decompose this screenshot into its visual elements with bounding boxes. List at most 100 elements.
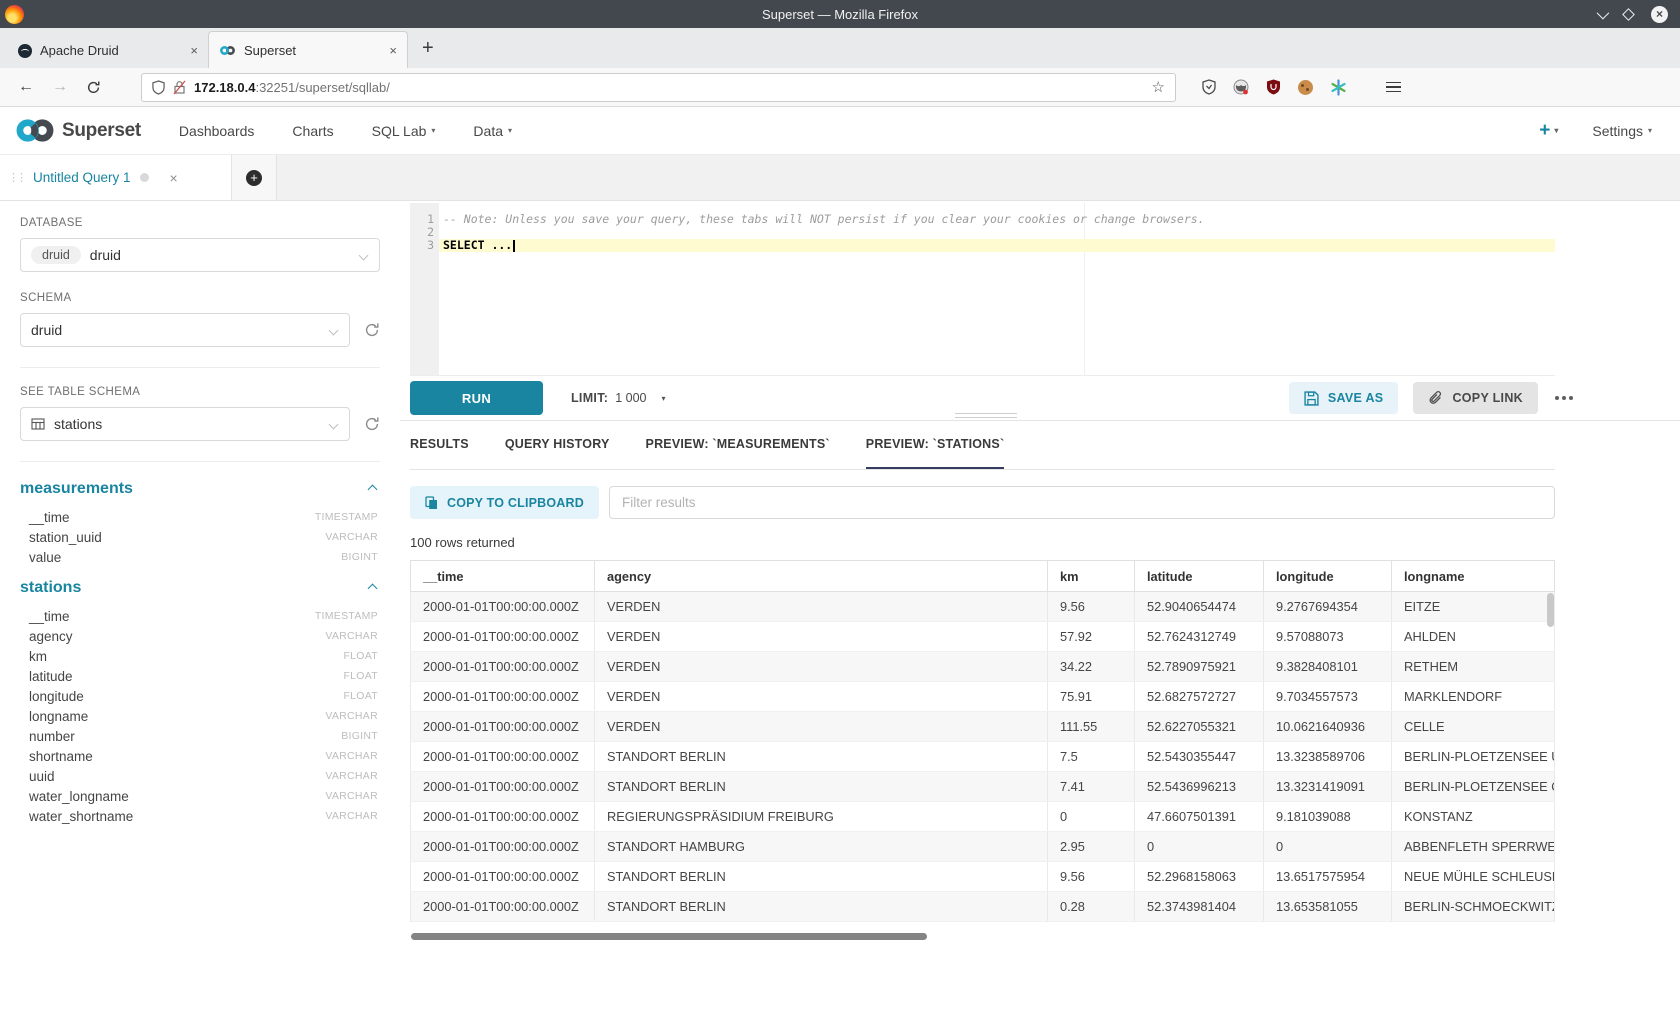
drag-handle-icon[interactable]: ⋮⋮ (8, 171, 24, 184)
column-name: latitude (29, 669, 73, 684)
table-cell: 111.55 (1048, 712, 1135, 742)
results-table-wrap: __timeagencykmlatitudelongitudelongname … (410, 560, 1555, 922)
new-item-button[interactable]: +▾ (1539, 120, 1558, 142)
browser-tab-superset[interactable]: Superset × (208, 31, 408, 68)
column-header[interactable]: km (1048, 561, 1135, 592)
table-cell: 13.6517575954 (1264, 862, 1392, 892)
column-header[interactable]: agency (595, 561, 1048, 592)
brand-name: Superset (62, 120, 141, 142)
nav-data[interactable]: Data▾ (473, 123, 512, 139)
table-cell: 2000-01-01T00:00:00.000Z (411, 862, 595, 892)
new-query-tab-button[interactable]: + (232, 155, 277, 200)
refresh-schema-icon[interactable] (364, 322, 380, 338)
table-cell: 9.56 (1048, 592, 1135, 622)
mask-extension-icon[interactable] (1233, 79, 1249, 95)
column-header[interactable]: __time (411, 561, 595, 592)
table-cell: 2000-01-01T00:00:00.000Z (411, 892, 595, 922)
browser-tabbar: Apache Druid × Superset × + (0, 28, 1680, 68)
table-cell: 9.57088073 (1264, 622, 1392, 652)
run-button[interactable]: RUN (410, 381, 543, 415)
column-row: __timeTIMESTAMP (20, 606, 380, 626)
column-header[interactable]: longitude (1264, 561, 1392, 592)
refresh-tables-icon[interactable] (364, 416, 380, 432)
vertical-scrollbar[interactable] (1547, 593, 1554, 627)
table-schema-header[interactable]: stations (20, 579, 380, 597)
browser-tab-apache-druid[interactable]: Apache Druid × (8, 33, 208, 68)
horizontal-scrollbar[interactable] (411, 933, 927, 940)
forward-button[interactable]: → (52, 78, 68, 96)
editor-code-area[interactable]: -- Note: Unless you save your query, the… (439, 203, 1555, 375)
minimize-icon[interactable] (1597, 6, 1610, 19)
asterisk-extension-icon[interactable] (1330, 79, 1347, 96)
table-cell: BERLIN-PLOETZENSEE OP (1392, 772, 1555, 802)
column-header[interactable]: longname (1392, 561, 1555, 592)
ublock-extension-icon[interactable] (1266, 79, 1281, 95)
column-type: FLOAT (343, 690, 378, 702)
settings-menu[interactable]: Settings▾ (1592, 123, 1652, 139)
new-tab-button[interactable]: + (422, 37, 434, 60)
table-cell: STANDORT BERLIN (595, 862, 1048, 892)
bookmark-star-icon[interactable]: ☆ (1152, 78, 1165, 96)
chevron-down-icon: ▾ (431, 126, 435, 135)
table-cell: 2000-01-01T00:00:00.000Z (411, 742, 595, 772)
results-tab-0[interactable]: RESULTS (410, 421, 469, 469)
tracking-shield-icon[interactable] (152, 80, 165, 95)
url-bar[interactable]: 172.18.0.4:32251/superset/sqllab/ ☆ (141, 73, 1176, 102)
column-row: water_shortnameVARCHAR (20, 806, 380, 826)
table-cell: 52.2968158063 (1135, 862, 1264, 892)
nav-charts[interactable]: Charts (292, 123, 333, 139)
column-header[interactable]: latitude (1135, 561, 1264, 592)
maximize-icon[interactable] (1622, 8, 1635, 21)
reload-button[interactable] (86, 80, 101, 95)
table-cell: 2000-01-01T00:00:00.000Z (411, 712, 595, 742)
window-close-icon[interactable]: × (1651, 6, 1668, 23)
table-select[interactable]: stations (20, 407, 350, 441)
tab-close-icon[interactable]: × (389, 43, 397, 58)
column-row: kmFLOAT (20, 646, 380, 666)
resize-handle-icon[interactable] (955, 413, 1017, 421)
copy-to-clipboard-button[interactable]: COPY TO CLIPBOARD (410, 486, 599, 519)
cookie-extension-icon[interactable] (1298, 80, 1313, 95)
nav-sql-lab[interactable]: SQL Lab▾ (372, 123, 436, 139)
pocket-extension-icon[interactable] (1202, 79, 1216, 95)
table-schema-header[interactable]: measurements (20, 480, 380, 498)
menu-hamburger-icon[interactable] (1386, 82, 1401, 93)
results-tab-2[interactable]: PREVIEW: `MEASUREMENTS` (646, 421, 830, 469)
chevron-up-icon[interactable] (368, 583, 378, 593)
filter-results-input[interactable] (609, 486, 1555, 519)
results-tab-3[interactable]: PREVIEW: `STATIONS` (866, 421, 1005, 469)
sql-code-line[interactable] (439, 226, 1555, 239)
limit-control[interactable]: LIMIT: 1 000 ▾ (571, 391, 666, 405)
paperclip-icon (1428, 391, 1443, 406)
sql-comment-line[interactable]: -- Note: Unless you save your query, the… (439, 213, 1555, 226)
chevron-up-icon[interactable] (368, 484, 378, 494)
column-name: __time (29, 510, 70, 525)
column-type: VARCHAR (325, 531, 378, 543)
save-icon (1304, 391, 1319, 406)
copy-link-button[interactable]: COPY LINK (1413, 382, 1538, 414)
table-cell: 2000-01-01T00:00:00.000Z (411, 772, 595, 802)
database-select[interactable]: druid druid (20, 238, 380, 272)
back-button[interactable]: ← (18, 78, 34, 96)
column-row: __timeTIMESTAMP (20, 507, 380, 527)
table-cell: 2000-01-01T00:00:00.000Z (411, 682, 595, 712)
results-tab-1[interactable]: QUERY HISTORY (505, 421, 610, 469)
insecure-lock-icon[interactable] (173, 80, 186, 95)
save-as-button[interactable]: SAVE AS (1289, 382, 1399, 414)
superset-brand[interactable]: Superset (14, 118, 141, 143)
column-name: shortname (29, 749, 93, 764)
schema-select[interactable]: druid (20, 313, 350, 347)
sql-editor[interactable]: 123 -- Note: Unless you save your query,… (410, 203, 1555, 376)
table-cell: 2000-01-01T00:00:00.000Z (411, 802, 595, 832)
more-options-button[interactable] (1555, 396, 1573, 400)
table-cell: VERDEN (595, 592, 1048, 622)
table-row: 2000-01-01T00:00:00.000ZVERDEN34.2252.78… (411, 652, 1555, 682)
table-cell: 52.3743981404 (1135, 892, 1264, 922)
tab-close-icon[interactable]: × (190, 43, 198, 58)
plus-circle-icon: + (246, 170, 262, 186)
query-tab-close-icon[interactable]: × (170, 170, 178, 186)
query-tab-active[interactable]: ⋮⋮ Untitled Query 1 × (0, 155, 232, 200)
sql-code-line[interactable]: SELECT ... (439, 239, 1555, 252)
nav-dashboards[interactable]: Dashboards (179, 123, 255, 139)
column-type: VARCHAR (325, 630, 378, 642)
